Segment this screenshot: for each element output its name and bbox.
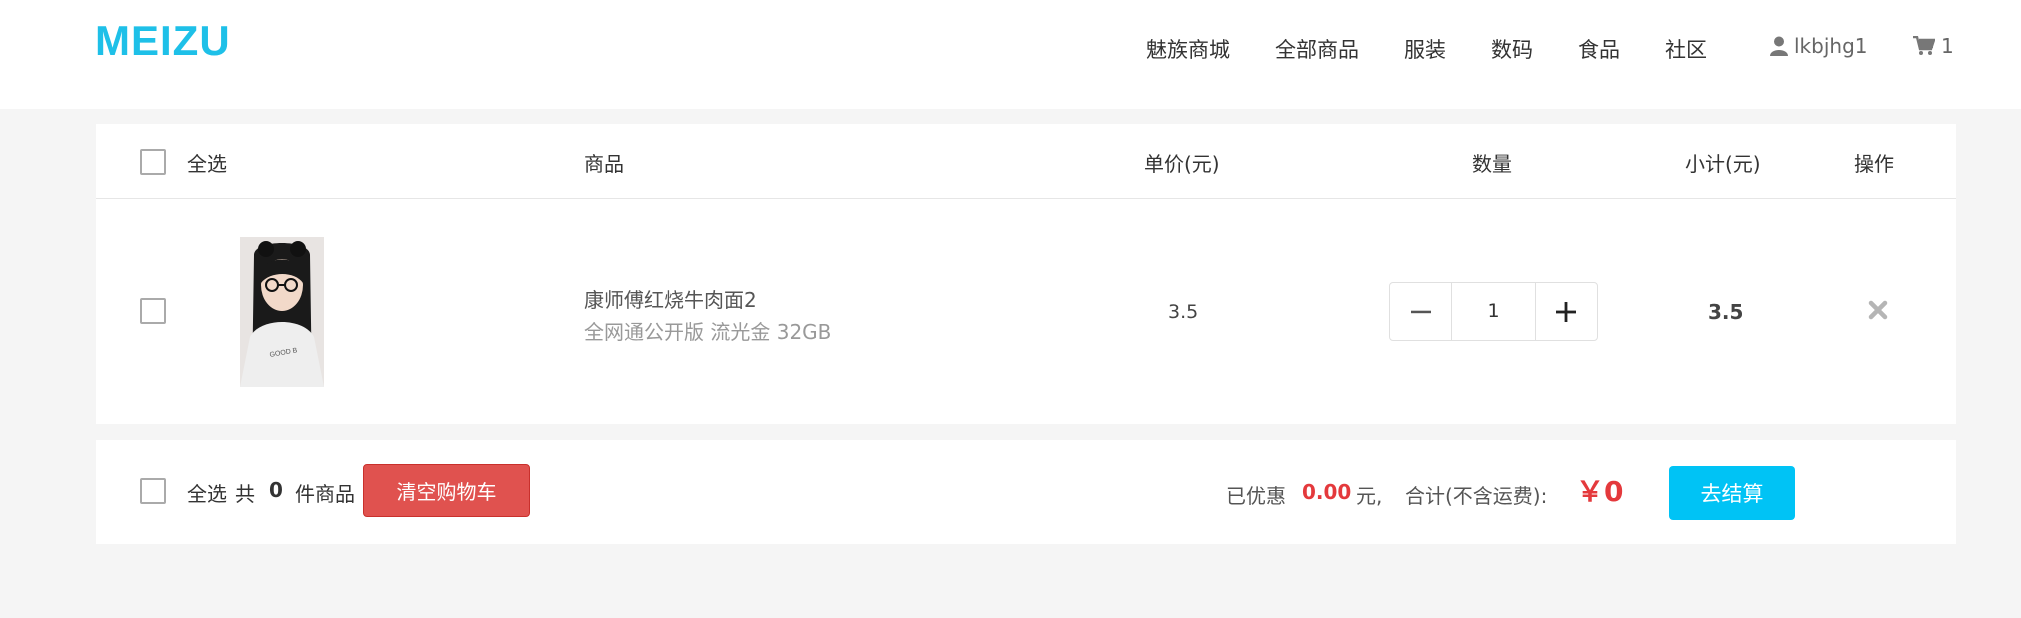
discount-unit: 元, [1356,484,1383,508]
footer-select-all-label: 全选 [187,482,227,506]
cart-summary-bar: 全选 共 0 件商品 清空购物车 已优惠 0.00 元, 合计(不含运费): ￥… [96,440,1956,544]
decrease-quantity-button[interactable] [1390,283,1451,340]
site-header: MEIZU 魅族商城 全部商品 服装 数码 食品 社区 lkbjhg1 1 [0,0,2021,109]
username: lkbjhg1 [1794,34,1868,58]
item-checkbox[interactable] [140,298,166,324]
user-icon [1770,36,1788,56]
header-product: 商品 [584,152,624,176]
shopping-cart-icon [1913,36,1935,55]
quantity-input[interactable]: 1 [1451,283,1536,340]
nav-item-meizu-mall[interactable]: 魅族商城 [1146,34,1230,64]
total-value: ￥0 [1576,475,1624,508]
product-spec: 全网通公开版 流光金 32GB [584,320,832,344]
minus-icon [1410,310,1431,313]
select-all-checkbox[interactable] [140,149,166,175]
cart-table: 全选 商品 单价(元) 数量 小计(元) 操作 [96,124,1956,424]
checkout-button[interactable]: 去结算 [1669,466,1795,520]
header-unit-price: 单价(元) [1144,152,1220,176]
footer-select-all-checkbox[interactable] [140,478,166,504]
item-count-prefix: 共 [235,482,255,506]
product-name[interactable]: 康师傅红烧牛肉面2 [584,284,757,313]
increase-quantity-button[interactable] [1536,283,1597,340]
quantity-stepper: 1 [1389,282,1598,341]
header-quantity: 数量 [1472,152,1512,176]
clear-cart-button[interactable]: 清空购物车 [363,464,530,517]
nav-item-digital[interactable]: 数码 [1491,34,1533,64]
item-count: 0 [269,478,283,502]
header-cart-link[interactable]: 1 [1913,34,1954,58]
close-icon [1868,300,1888,320]
user-menu[interactable]: lkbjhg1 [1770,34,1868,58]
product-thumbnail[interactable]: GOOD B [240,237,324,387]
header-action: 操作 [1854,152,1894,176]
nav-item-clothing[interactable]: 服装 [1404,34,1446,64]
discount-label: 已优惠 [1226,484,1286,508]
unit-price: 3.5 [1168,301,1199,323]
item-subtotal: 3.5 [1708,300,1744,324]
header-select-all: 全选 [187,152,227,176]
meizu-logo[interactable]: MEIZU [95,22,270,58]
cart-count: 1 [1941,34,1954,58]
svg-text:MEIZU: MEIZU [95,22,231,58]
item-count-suffix: 件商品 [295,482,355,506]
nav-item-all-products[interactable]: 全部商品 [1275,34,1359,64]
total-label: 合计(不含运费): [1405,484,1548,508]
header-subtotal: 小计(元) [1685,152,1761,176]
nav-item-food[interactable]: 食品 [1578,34,1620,64]
discount-value: 0.00 [1302,480,1352,504]
cart-table-header: 全选 商品 单价(元) 数量 小计(元) 操作 [96,124,1956,199]
plus-icon [1556,301,1577,322]
remove-item-button[interactable] [1868,300,1888,320]
nav-item-community[interactable]: 社区 [1665,34,1707,64]
